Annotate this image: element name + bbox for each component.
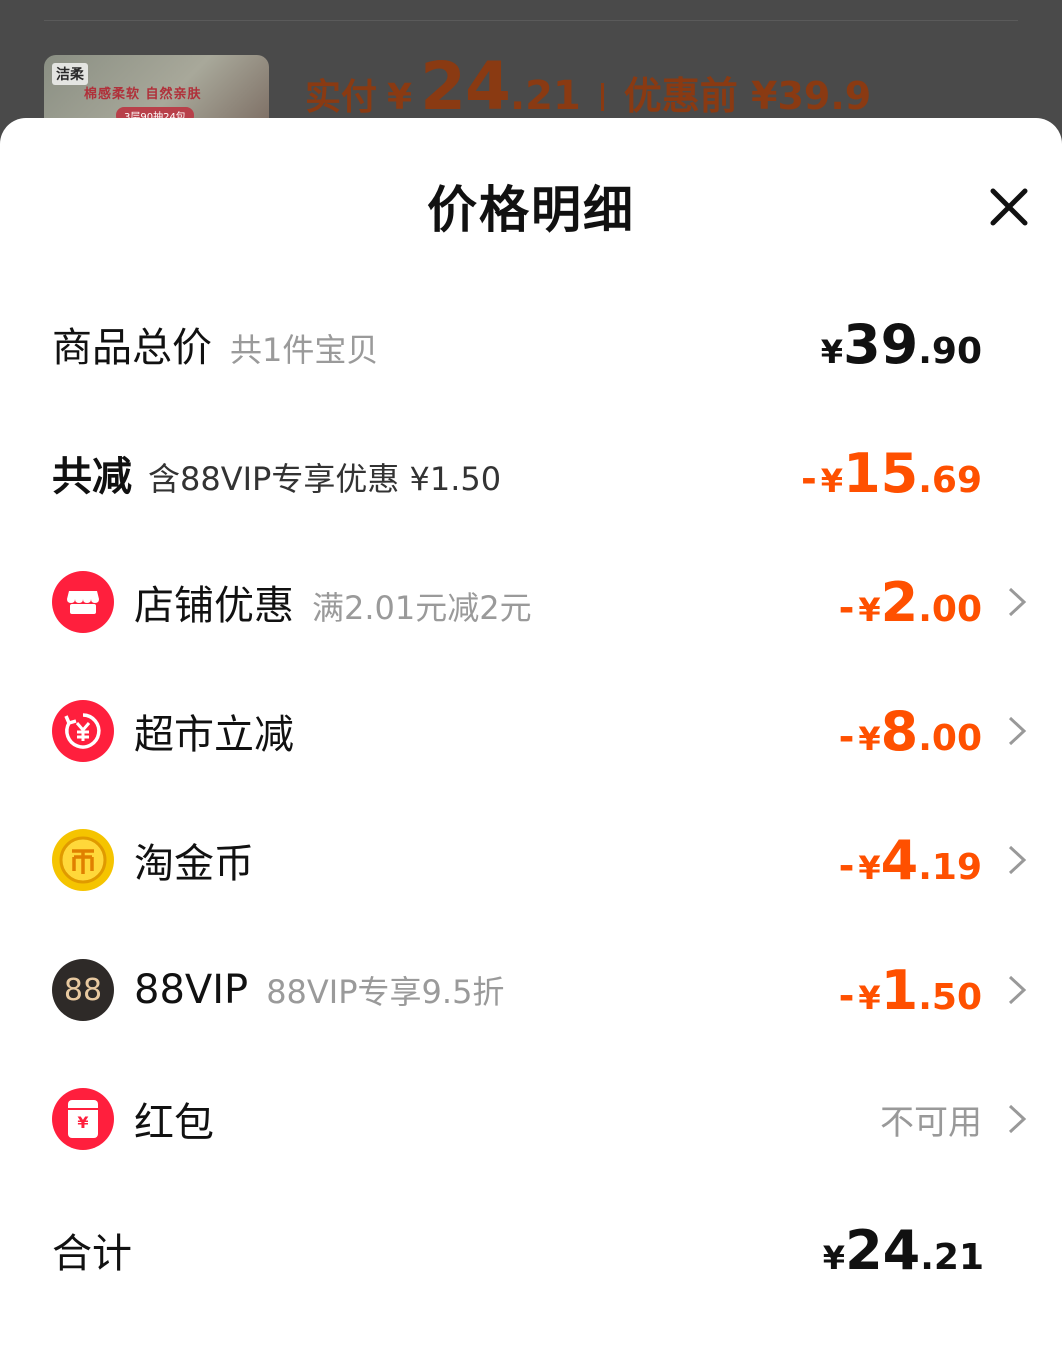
row-label: 红包	[134, 1100, 214, 1146]
pay-amount-decimal: .21	[509, 73, 581, 119]
row-label: 淘金币	[134, 841, 254, 887]
row-supermarket-discount[interactable]: 超市立减 - ¥ 8 .00	[0, 681, 1062, 781]
amount-integer: 15	[843, 441, 919, 505]
row-label-group: 88VIP 88VIP专享9.5折	[134, 967, 504, 1013]
row-red-packet[interactable]: ¥ 红包 不可用	[0, 1069, 1062, 1169]
amount-decimal: .00	[918, 588, 982, 630]
currency-symbol: ¥	[858, 848, 881, 887]
unavailable-status: 不可用	[880, 1102, 982, 1143]
currency-symbol: ¥	[858, 590, 881, 629]
amount-integer: 39	[843, 312, 919, 376]
close-icon	[990, 188, 1028, 226]
minus-sign: -	[838, 973, 855, 1018]
row-amount: - ¥ 8 .00	[839, 700, 982, 763]
pay-currency: ¥	[387, 77, 413, 118]
envelope-flap	[68, 1100, 98, 1110]
gold-coin-icon	[52, 829, 114, 891]
row-label-group: 商品总价 共1件宝贝	[52, 315, 378, 373]
currency-symbol: ¥	[820, 332, 844, 371]
pay-separator	[600, 83, 604, 111]
row-amount: - ¥ 15 .69	[801, 442, 982, 505]
yen-refresh-icon	[52, 700, 114, 762]
row-amount: - ¥ 2 .00	[839, 571, 982, 634]
row-label: 合计	[52, 1231, 132, 1277]
row-label-group: 超市立减	[134, 702, 294, 760]
row-amount: ¥ 24 .21	[823, 1219, 984, 1282]
amount-decimal: .21	[920, 1236, 984, 1278]
chevron-right-icon	[1006, 585, 1028, 619]
currency-symbol: ¥	[822, 1238, 846, 1277]
row-sublabel: 满2.01元减2元	[312, 589, 532, 627]
row-total-goods-price: 商品总价 共1件宝贝 ¥ 39 .90	[0, 294, 1062, 394]
row-amount: ¥ 39 .90	[821, 313, 982, 376]
row-amount: - ¥ 4 .19	[839, 829, 982, 892]
divider	[44, 20, 1018, 21]
red-packet-yen: ¥	[77, 1112, 89, 1132]
amount-integer: 2	[880, 570, 919, 634]
row-label-group: 淘金币	[134, 831, 254, 889]
row-sublabel: 共1件宝贝	[230, 331, 379, 369]
chevron-right-icon	[1006, 1102, 1028, 1136]
price-before-discount: 优惠前 ¥39.9	[623, 74, 872, 118]
row-total-discount: 共减 含88VIP专享优惠 ¥1.50 - ¥ 15 .69	[0, 423, 1062, 523]
row-88vip[interactable]: 88 88VIP 88VIP专享9.5折 - ¥ 1 .50	[0, 940, 1062, 1040]
88-badge-text: 88	[63, 972, 103, 1008]
pay-label: 实付	[305, 77, 378, 118]
amount-decimal: .00	[918, 717, 982, 759]
red-packet-envelope: ¥	[68, 1100, 98, 1138]
row-label: 88VIP	[134, 967, 249, 1013]
chevron-right-icon	[1006, 973, 1028, 1007]
row-label: 共减	[52, 454, 132, 500]
row-sublabel: 含88VIP专享优惠 ¥1.50	[148, 460, 502, 498]
product-brand: 洁柔	[52, 63, 88, 85]
product-slogan: 棉感柔软 自然亲肤	[84, 87, 202, 102]
amount-decimal: .90	[918, 330, 982, 372]
currency-symbol: ¥	[820, 461, 844, 500]
shop-icon	[52, 571, 114, 633]
chevron-right-icon	[1006, 714, 1028, 748]
chevron-right-icon	[1006, 843, 1028, 877]
currency-symbol: ¥	[858, 978, 881, 1017]
minus-sign: -	[838, 585, 855, 630]
pay-summary: 实付 ¥ 24 .21 优惠前 ¥39.9	[305, 48, 872, 125]
sheet-title: 价格明细	[427, 181, 635, 239]
row-gold-coin[interactable]: 淘金币 - ¥ 4 .19	[0, 810, 1062, 910]
price-detail-sheet: 价格明细 商品总价 共1件宝贝 ¥ 39 .90 共减 含88VIP专享优惠 ¥…	[0, 118, 1062, 1351]
amount-decimal: .69	[918, 459, 982, 501]
minus-sign: -	[838, 714, 855, 759]
amount-integer: 8	[880, 699, 919, 763]
row-label-group: 合计	[52, 1221, 132, 1279]
minus-sign: -	[801, 456, 817, 501]
currency-symbol: ¥	[858, 719, 881, 758]
pay-amount-integer: 24	[420, 48, 511, 125]
minus-sign: -	[838, 843, 855, 888]
amount-decimal: .50	[918, 976, 982, 1018]
row-label: 超市立减	[134, 712, 294, 758]
row-label-group: 红包	[134, 1090, 214, 1148]
amount-decimal: .19	[918, 846, 982, 888]
amount-integer: 24	[845, 1218, 921, 1282]
red-packet-icon: ¥	[52, 1088, 114, 1150]
close-button[interactable]	[984, 182, 1034, 232]
row-amount: - ¥ 1 .50	[839, 959, 982, 1022]
row-shop-discount[interactable]: 店铺优惠 满2.01元减2元 - ¥ 2 .00	[0, 552, 1062, 652]
amount-integer: 1	[880, 958, 919, 1022]
row-label-group: 店铺优惠 满2.01元减2元	[134, 573, 532, 631]
row-sum-total: 合计 ¥ 24 .21	[0, 1200, 1062, 1300]
amount-integer: 4	[880, 828, 919, 892]
row-label: 商品总价	[52, 325, 212, 371]
88-badge-icon: 88	[52, 959, 114, 1021]
row-sublabel: 88VIP专享9.5折	[266, 973, 505, 1011]
row-label-group: 共减 含88VIP专享优惠 ¥1.50	[52, 444, 501, 502]
row-label: 店铺优惠	[134, 583, 294, 629]
